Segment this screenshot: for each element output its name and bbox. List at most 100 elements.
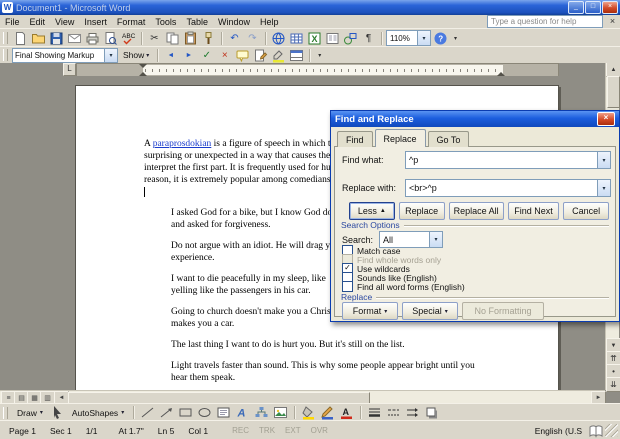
first-line-indent-marker[interactable] (139, 64, 147, 68)
next-change-icon[interactable]: ► (180, 48, 197, 63)
line-color-icon[interactable] (319, 405, 336, 420)
find-next-button[interactable]: Find Next (507, 202, 560, 220)
toolbar-options-icon[interactable]: ▾ (450, 31, 461, 46)
paraprosdokian-link[interactable]: paraprosdokian (153, 139, 212, 149)
menu-window[interactable]: Window (213, 15, 255, 28)
less-button[interactable]: Less ▲ (349, 202, 395, 220)
menu-insert[interactable]: Insert (79, 15, 112, 28)
autoshapes-menu-button[interactable]: AutoShapes ▾ (68, 406, 128, 420)
arrow-icon[interactable] (158, 405, 175, 420)
find-replace-dialog[interactable]: Find and Replace × Find Replace Go To Fi… (330, 110, 620, 322)
arrow-style-icon[interactable] (404, 405, 421, 420)
insert-comment-icon[interactable] (234, 48, 251, 63)
line-style-icon[interactable] (366, 405, 383, 420)
title-bar[interactable]: W Document1 - Microsoft Word _ □ × (0, 0, 620, 15)
special-button[interactable]: Special ▾ (402, 302, 458, 320)
vertical-scroll-thumb[interactable] (607, 76, 620, 108)
chevron-down-icon[interactable]: ▾ (597, 180, 610, 196)
question-help-input[interactable]: Type a question for help (487, 15, 603, 28)
copy-icon[interactable] (164, 31, 181, 46)
track-changes-toggle[interactable]: TRK (254, 426, 280, 435)
menu-file[interactable]: File (0, 15, 25, 28)
wordart-icon[interactable]: A (234, 405, 251, 420)
insert-hyperlink-icon[interactable] (270, 31, 287, 46)
display-for-review-select[interactable]: Final Showing Markup ▾ (12, 47, 118, 63)
chevron-down-icon[interactable]: ▾ (429, 232, 442, 247)
zoom-select[interactable]: 110% ▾ (386, 30, 431, 46)
language-indicator[interactable]: English (U.S (528, 426, 589, 436)
find-what-input[interactable]: ^p ▾ (405, 151, 611, 169)
diagram-icon[interactable] (253, 405, 270, 420)
accept-change-icon[interactable]: ✓ (198, 48, 215, 63)
chevron-down-icon[interactable]: ▾ (104, 48, 117, 62)
tab-replace[interactable]: Replace (374, 129, 426, 147)
undo-icon[interactable]: ↶ (226, 31, 243, 46)
tab-goto[interactable]: Go To (427, 131, 470, 147)
previous-change-icon[interactable]: ◄ (162, 48, 179, 63)
menu-help[interactable]: Help (255, 15, 284, 28)
replace-with-input[interactable]: <br>^p ▾ (405, 179, 611, 197)
save-icon[interactable] (48, 31, 65, 46)
no-formatting-button[interactable]: No Formatting (462, 302, 544, 320)
track-changes-icon[interactable] (252, 48, 269, 63)
print-icon[interactable] (84, 31, 101, 46)
highlight-icon[interactable] (270, 48, 287, 63)
toolbar-grip[interactable] (3, 49, 8, 61)
insert-excel-icon[interactable]: X (306, 31, 323, 46)
print-preview-icon[interactable] (102, 31, 119, 46)
cancel-button[interactable]: Cancel (563, 202, 609, 220)
format-painter-icon[interactable] (200, 31, 217, 46)
format-button[interactable]: Format ▾ (342, 302, 398, 320)
word-forms-checkbox[interactable]: Find all word forms (English) (342, 281, 465, 292)
reject-change-icon[interactable]: × (216, 48, 233, 63)
horizontal-ruler[interactable] (76, 63, 559, 77)
checkbox-icon[interactable] (342, 281, 353, 292)
chevron-down-icon[interactable]: ▾ (417, 31, 430, 45)
scroll-up-button[interactable]: ▲ (606, 62, 620, 77)
toolbar-grip[interactable] (3, 32, 8, 44)
columns-icon[interactable] (324, 31, 341, 46)
reviewing-pane-icon[interactable] (288, 48, 305, 63)
replace-button[interactable]: Replace (398, 202, 445, 220)
fill-color-icon[interactable] (300, 405, 317, 420)
spelling-icon[interactable]: ABC (120, 31, 137, 46)
maximize-button[interactable]: □ (585, 1, 601, 14)
font-color-icon[interactable]: A (338, 405, 355, 420)
paste-icon[interactable] (182, 31, 199, 46)
email-icon[interactable] (66, 31, 83, 46)
horizontal-scrollbar[interactable]: ≡ ▤ ▦ ▥ ◄ ► (0, 390, 606, 405)
menu-tools[interactable]: Tools (150, 15, 181, 28)
redo-icon[interactable]: ↷ (244, 31, 261, 46)
minimize-button[interactable]: _ (568, 1, 584, 14)
cut-icon[interactable]: ✂ (146, 31, 163, 46)
replace-all-button[interactable]: Replace All (448, 202, 504, 220)
select-objects-icon[interactable] (49, 405, 66, 420)
overtype-toggle[interactable]: OVR (306, 426, 333, 435)
dash-style-icon[interactable] (385, 405, 402, 420)
draw-menu-button[interactable]: Draw ▾ (13, 406, 47, 420)
new-document-icon[interactable] (12, 31, 29, 46)
toolbar-options-icon[interactable]: ▾ (314, 48, 325, 63)
close-document-icon[interactable]: × (607, 16, 618, 27)
show-hide-icon[interactable]: ¶ (360, 31, 377, 46)
help-icon[interactable]: ? (432, 31, 449, 46)
toolbar-grip[interactable] (3, 406, 8, 419)
line-icon[interactable] (139, 405, 156, 420)
menu-view[interactable]: View (50, 15, 79, 28)
show-menu-button[interactable]: Show ▾ (119, 48, 153, 62)
shadow-style-icon[interactable] (423, 405, 440, 420)
menu-format[interactable]: Format (112, 15, 151, 28)
insert-table-icon[interactable] (288, 31, 305, 46)
close-button[interactable]: × (602, 1, 618, 14)
tab-find[interactable]: Find (337, 131, 373, 147)
insert-picture-icon[interactable] (272, 405, 289, 420)
next-page-button[interactable]: ⇊ (606, 377, 620, 392)
resize-grip[interactable] (605, 424, 618, 437)
text-box-icon[interactable] (215, 405, 232, 420)
extend-selection-toggle[interactable]: EXT (280, 426, 306, 435)
dialog-close-button[interactable]: × (597, 112, 615, 126)
rectangle-icon[interactable] (177, 405, 194, 420)
tab-stop-selector[interactable]: L (63, 63, 76, 76)
drawing-icon[interactable] (342, 31, 359, 46)
chevron-down-icon[interactable]: ▾ (597, 152, 610, 168)
